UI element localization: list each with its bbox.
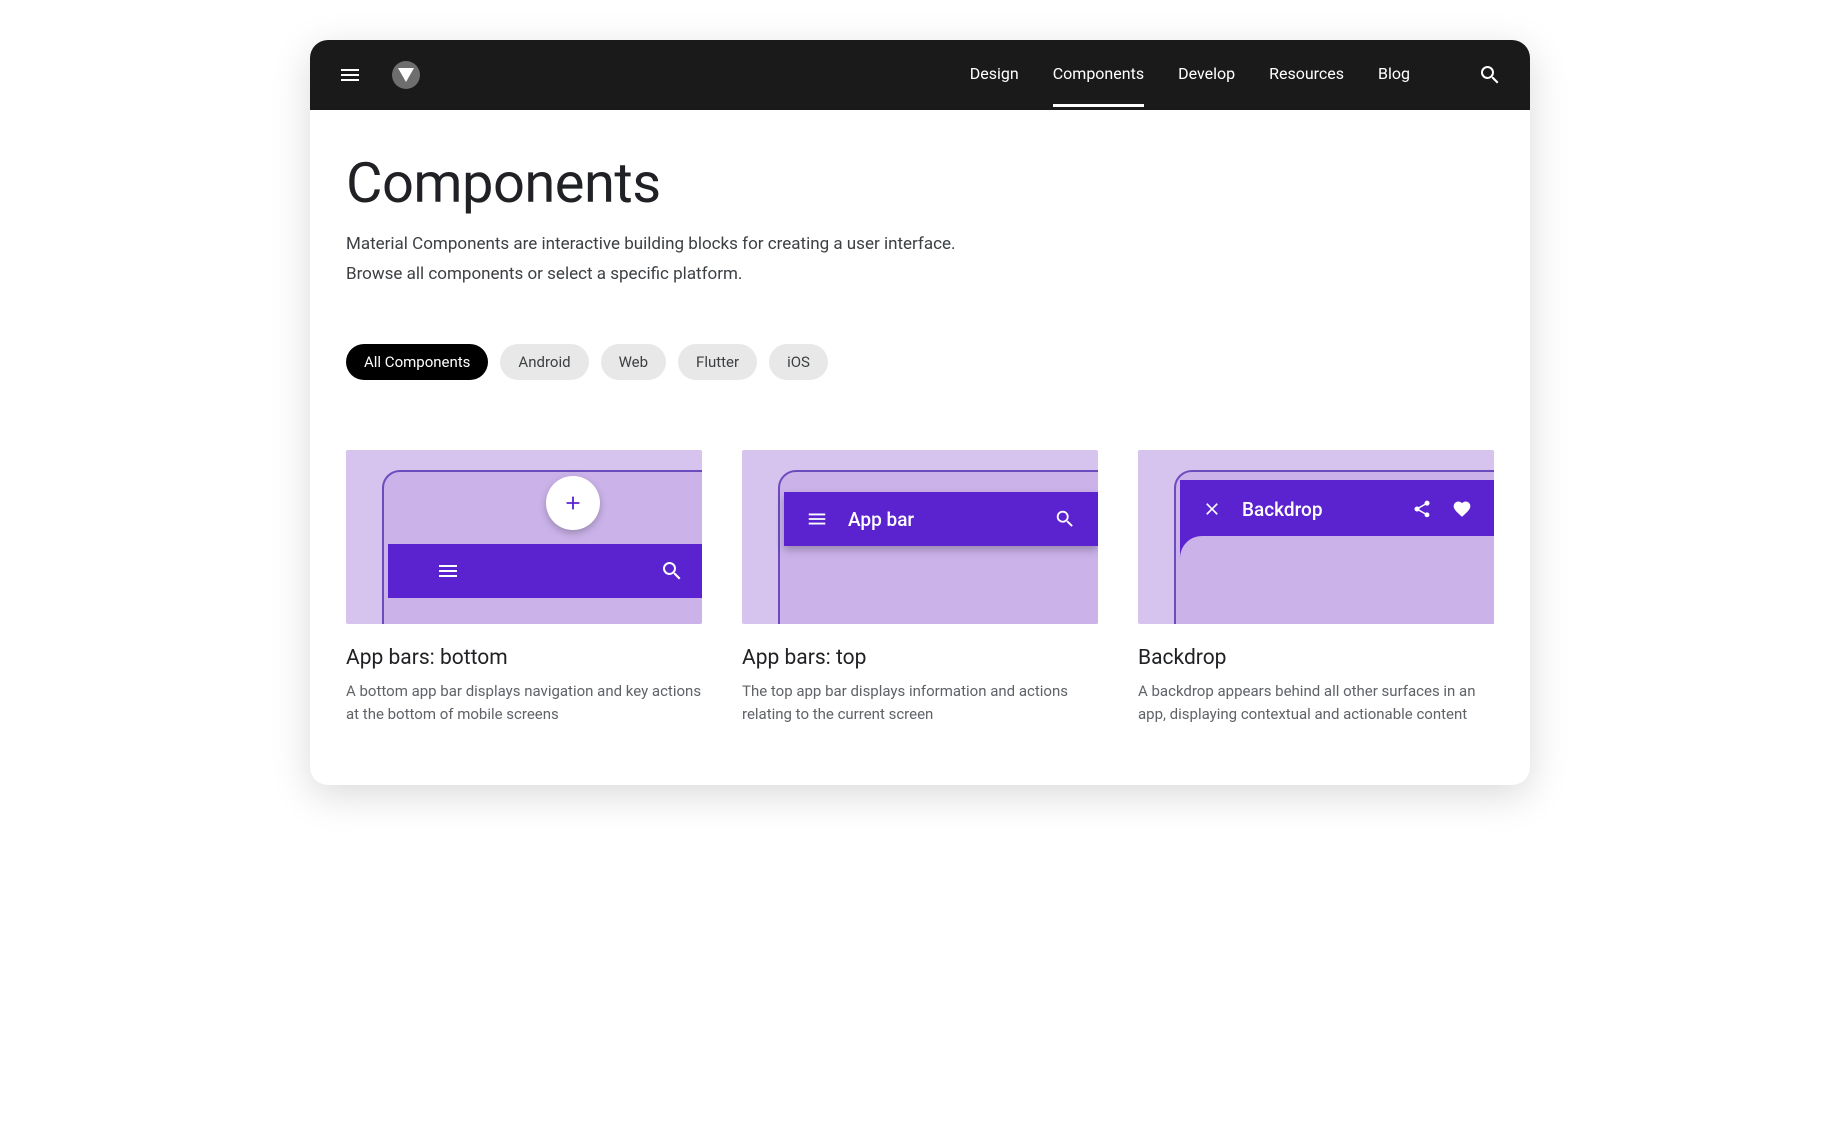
- heart-icon: [1452, 499, 1472, 519]
- filter-chips: All Components Android Web Flutter iOS: [346, 344, 1494, 380]
- card-app-bars-top[interactable]: App bar App bars: top The top app bar di…: [742, 450, 1098, 725]
- chip-android[interactable]: Android: [500, 344, 588, 380]
- card-app-bars-bottom[interactable]: App bars: bottom A bottom app bar displa…: [346, 450, 702, 725]
- main-content: Components Material Components are inter…: [310, 110, 1530, 785]
- close-icon: [1202, 499, 1222, 519]
- nav-link-design[interactable]: Design: [970, 64, 1019, 87]
- chip-ios[interactable]: iOS: [769, 344, 828, 380]
- intro-text-1: Material Components are interactive buil…: [346, 234, 1494, 254]
- card-title: App bars: top: [742, 646, 1098, 670]
- card-title: Backdrop: [1138, 646, 1494, 670]
- card-description: A backdrop appears behind all other surf…: [1138, 680, 1494, 725]
- card-title: App bars: bottom: [346, 646, 702, 670]
- card-thumbnail: [346, 450, 702, 624]
- app-window: Design Components Develop Resources Blog…: [310, 40, 1530, 785]
- card-backdrop[interactable]: Backdrop Backdrop A backdrop appears beh…: [1138, 450, 1494, 725]
- top-app-bar: Design Components Develop Resources Blog: [310, 40, 1530, 110]
- search-button[interactable]: [1474, 59, 1506, 91]
- component-grid: App bars: bottom A bottom app bar displa…: [346, 450, 1494, 725]
- plus-icon: [562, 492, 584, 514]
- search-icon: [660, 559, 684, 583]
- menu-icon: [338, 63, 362, 87]
- menu-icon: [436, 559, 460, 583]
- search-icon: [1054, 508, 1076, 530]
- thumb-top-bar: App bar: [784, 492, 1098, 546]
- search-icon: [1478, 63, 1502, 87]
- nav-link-components[interactable]: Components: [1053, 64, 1144, 87]
- logo-icon: [392, 61, 420, 89]
- intro-text-2: Browse all components or select a specif…: [346, 264, 1494, 284]
- thumb-backdrop-bar: Backdrop: [1180, 482, 1494, 536]
- menu-icon: [806, 508, 828, 530]
- thumb-bar-label: App bar: [848, 508, 914, 531]
- primary-nav: Design Components Develop Resources Blog: [970, 64, 1410, 87]
- chip-flutter[interactable]: Flutter: [678, 344, 757, 380]
- card-thumbnail: Backdrop: [1138, 450, 1494, 624]
- material-logo[interactable]: [390, 59, 422, 91]
- nav-link-develop[interactable]: Develop: [1178, 64, 1235, 87]
- page-title: Components: [346, 150, 1494, 216]
- menu-button[interactable]: [334, 59, 366, 91]
- fab: [546, 476, 600, 530]
- share-icon: [1412, 499, 1432, 519]
- thumb-bar-label: Backdrop: [1242, 498, 1323, 521]
- nav-link-blog[interactable]: Blog: [1378, 64, 1410, 87]
- nav-link-resources[interactable]: Resources: [1269, 64, 1344, 87]
- card-description: The top app bar displays information and…: [742, 680, 1098, 725]
- chip-web[interactable]: Web: [601, 344, 666, 380]
- card-thumbnail: App bar: [742, 450, 1098, 624]
- thumb-bottom-bar: [388, 544, 702, 598]
- chip-all-components[interactable]: All Components: [346, 344, 488, 380]
- card-description: A bottom app bar displays navigation and…: [346, 680, 702, 725]
